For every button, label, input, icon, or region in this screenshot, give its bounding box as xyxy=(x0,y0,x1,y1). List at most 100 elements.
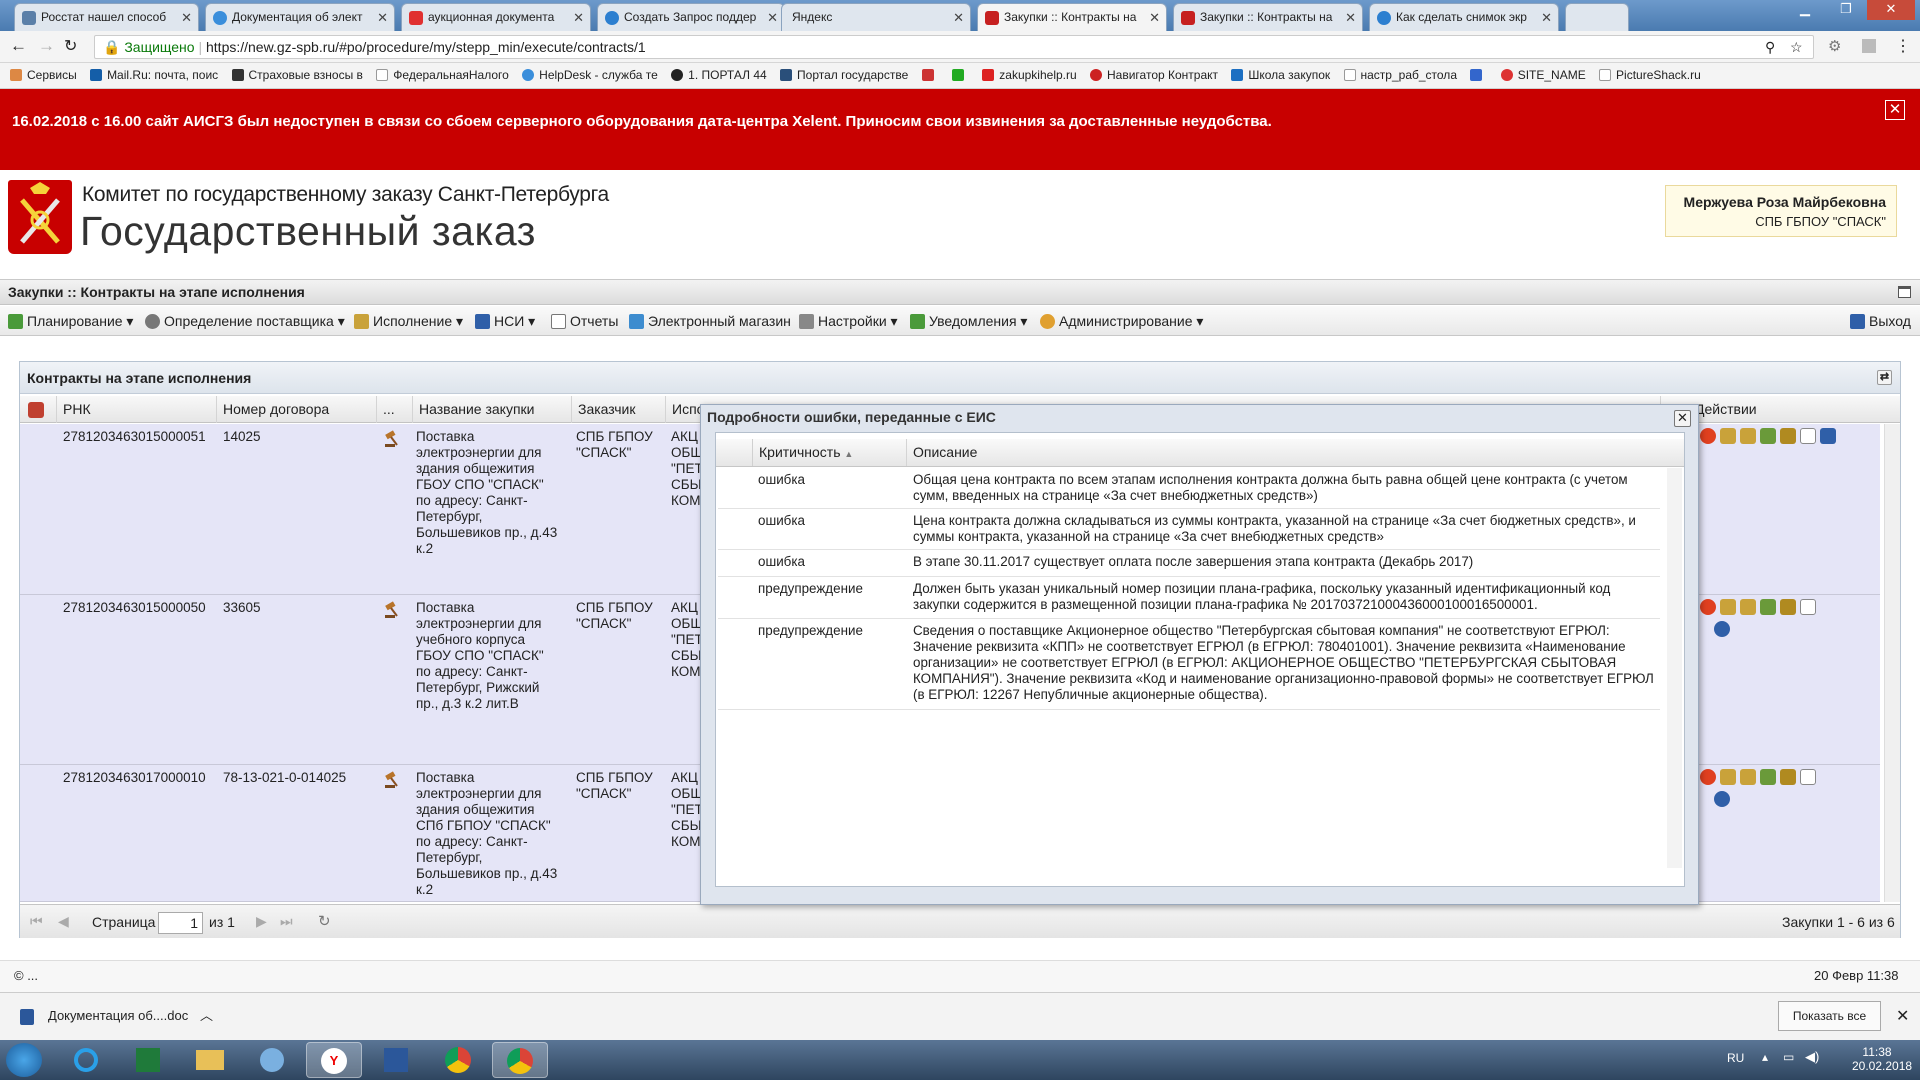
paint-icon[interactable] xyxy=(244,1042,300,1078)
error-row[interactable]: ошибка Цена контракта должна складываться… xyxy=(718,509,1660,550)
chart-icon[interactable] xyxy=(1820,428,1836,445)
document-icon[interactable] xyxy=(1800,769,1816,786)
star-icon[interactable]: ☆ xyxy=(1790,36,1803,58)
menu-nsi[interactable]: НСИ ▾ xyxy=(475,306,535,336)
bookmark[interactable] xyxy=(951,63,969,88)
url-field[interactable]: 🔒 Защищено | https://new.gz-spb.ru/#po/p… xyxy=(94,35,1814,59)
emblem-icon[interactable] xyxy=(1740,599,1756,616)
close-window-button[interactable]: ✕ xyxy=(1867,0,1915,20)
error-row[interactable]: ошибка В этапе 30.11.2017 существует опла… xyxy=(718,550,1660,577)
browser-tab[interactable]: Яндекс ✕ xyxy=(781,3,971,31)
bookmark[interactable] xyxy=(1470,63,1487,88)
next-page-icon[interactable]: ▶ xyxy=(256,913,267,930)
document-icon[interactable] xyxy=(1800,599,1816,616)
close-icon[interactable]: ✕ xyxy=(1885,100,1905,120)
stop-icon[interactable] xyxy=(1700,428,1716,445)
back-icon[interactable]: ← xyxy=(10,36,27,56)
extension-icon[interactable] xyxy=(1862,39,1876,53)
menu-planning[interactable]: Планирование ▾ xyxy=(8,306,133,336)
language-indicator[interactable]: RU xyxy=(1727,1051,1744,1065)
close-icon[interactable]: ✕ xyxy=(181,4,192,31)
first-page-icon[interactable]: ⏮ xyxy=(30,913,43,930)
close-icon[interactable]: ✕ xyxy=(1149,4,1160,31)
prev-page-icon[interactable]: ◀ xyxy=(58,913,69,930)
close-icon[interactable]: ✕ xyxy=(1674,410,1691,427)
stop-icon[interactable] xyxy=(1700,769,1716,786)
page-number-input[interactable]: 1 xyxy=(158,912,203,934)
folder-icon[interactable] xyxy=(182,1042,238,1078)
start-button[interactable] xyxy=(6,1043,42,1077)
bookmark[interactable]: PictureShack.ru xyxy=(1599,63,1701,88)
menu-reports[interactable]: Отчеты xyxy=(551,306,618,336)
clock[interactable]: 11:38 20.02.2018 xyxy=(1852,1045,1912,1073)
close-icon[interactable]: ✕ xyxy=(767,4,778,31)
info-icon[interactable] xyxy=(1714,791,1730,808)
browser-tab[interactable]: Создать Запрос поддер ✕ xyxy=(597,3,785,31)
column-header-customer[interactable]: Заказчик xyxy=(571,396,665,423)
bookmark[interactable]: SITE_NAME xyxy=(1500,63,1586,88)
menu-execution[interactable]: Исполнение ▾ xyxy=(354,306,463,336)
close-icon[interactable]: ✕ xyxy=(1541,4,1552,31)
browser-tab-active[interactable]: Закупки :: Контракты на ✕ xyxy=(977,3,1167,31)
new-tab-button[interactable] xyxy=(1565,3,1629,31)
yandex-browser-icon[interactable]: Y xyxy=(306,1042,362,1078)
menu-notifications[interactable]: Уведомления ▾ xyxy=(910,306,1027,336)
browser-tab[interactable]: Как сделать снимок экр ✕ xyxy=(1369,3,1559,31)
bookmark[interactable]: zakupkihelp.ru xyxy=(982,63,1077,88)
minimize-button[interactable]: ▁ xyxy=(1785,0,1825,20)
gavel-icon[interactable] xyxy=(383,430,401,448)
browser-tab[interactable]: Росстат нашел способ ✕ xyxy=(14,3,199,31)
column-header-rnk[interactable]: РНК xyxy=(56,396,208,423)
menu-settings[interactable]: Настройки ▾ xyxy=(799,306,898,336)
browser-tab[interactable]: Документация об элект ✕ xyxy=(205,3,395,31)
column-header-more[interactable]: ... xyxy=(376,396,412,423)
bookmark[interactable] xyxy=(921,63,939,88)
gears-icon[interactable] xyxy=(1760,428,1776,445)
bookmark[interactable]: настр_раб_стола xyxy=(1343,63,1457,88)
close-icon[interactable]: ✕ xyxy=(1345,4,1356,31)
error-row[interactable]: предупреждение Должен быть указан уникаль… xyxy=(718,577,1660,619)
reload-icon[interactable]: ↻ xyxy=(64,36,77,56)
bookmark[interactable]: ФедеральнаяНалого xyxy=(376,63,509,88)
error-row[interactable]: предупреждение Сведения о поставщике Акци… xyxy=(718,619,1660,710)
gavel-icon[interactable] xyxy=(383,771,401,789)
close-icon[interactable]: ✕ xyxy=(377,4,388,31)
column-header-description[interactable]: Описание xyxy=(906,439,1684,466)
scroll-icon[interactable] xyxy=(1780,428,1796,445)
emblem-icon[interactable] xyxy=(1720,428,1736,445)
chrome-icon[interactable] xyxy=(430,1042,486,1078)
network-icon[interactable]: ▭ xyxy=(1783,1050,1794,1064)
ie-icon[interactable] xyxy=(58,1042,114,1078)
chrome-icon[interactable] xyxy=(492,1042,548,1078)
tray-arrow-icon[interactable]: ▴ xyxy=(1762,1050,1768,1064)
bookmark[interactable]: HelpDesk - служба те xyxy=(522,63,658,88)
excel-icon[interactable] xyxy=(120,1042,176,1078)
info-icon[interactable] xyxy=(1714,621,1730,638)
show-all-button[interactable]: Показать все xyxy=(1778,1001,1881,1031)
bookmark[interactable]: Mail.Ru: почта, поис xyxy=(90,63,218,88)
gears-icon[interactable] xyxy=(1760,769,1776,786)
forward-icon[interactable]: → xyxy=(38,36,55,56)
browser-tab[interactable]: Закупки :: Контракты на ✕ xyxy=(1173,3,1363,31)
bookmark[interactable]: Страховые взносы в xyxy=(231,63,363,88)
user-info[interactable]: Мержуева Роза Майрбековна СПБ ГБПОУ "СПА… xyxy=(1665,185,1897,237)
menu-supplier[interactable]: Определение поставщика ▾ xyxy=(145,306,345,336)
bookmark[interactable]: 1. ПОРТАЛ 44 xyxy=(671,63,767,88)
word-icon[interactable] xyxy=(368,1042,424,1078)
filter-clear-icon[interactable] xyxy=(28,402,44,418)
grid-scrollbar[interactable] xyxy=(1884,424,1900,902)
bookmark[interactable]: Школа закупок xyxy=(1231,63,1330,88)
gears-icon[interactable] xyxy=(1760,599,1776,616)
emblem-icon[interactable] xyxy=(1720,599,1736,616)
stop-icon[interactable] xyxy=(1700,599,1716,616)
dialog-scrollbar[interactable] xyxy=(1667,468,1682,868)
bookmark[interactable]: Сервисы xyxy=(10,63,77,88)
last-page-icon[interactable]: ⏭ xyxy=(280,913,293,930)
column-header-severity[interactable]: Критичность ▲ xyxy=(752,439,906,466)
browser-tab[interactable]: аукционная документа ✕ xyxy=(401,3,591,31)
emblem-icon[interactable] xyxy=(1740,769,1756,786)
scroll-icon[interactable] xyxy=(1780,599,1796,616)
menu-admin[interactable]: Администрирование ▾ xyxy=(1040,306,1203,336)
chevron-up-icon[interactable]: ︿ xyxy=(200,1005,213,1024)
collapse-icon[interactable] xyxy=(1898,286,1911,298)
